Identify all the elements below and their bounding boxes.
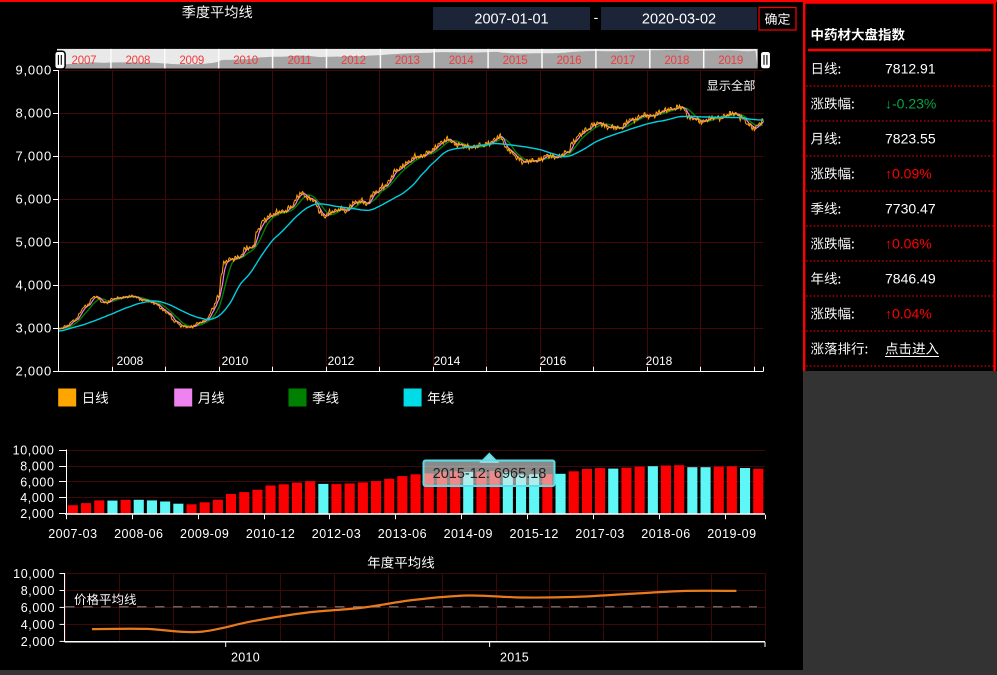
svg-text:4,000: 4,000	[15, 278, 52, 293]
svg-text:2008-06: 2008-06	[114, 527, 163, 541]
svg-text:2007-03: 2007-03	[48, 527, 97, 541]
svg-text:2010: 2010	[233, 55, 258, 67]
svg-text:2013: 2013	[395, 55, 420, 67]
svg-text:2007: 2007	[72, 55, 97, 67]
svg-text:2015-12: 2015-12	[510, 527, 559, 541]
svg-text:6,000: 6,000	[21, 601, 55, 615]
svg-text:4,000: 4,000	[21, 618, 55, 632]
svg-text:2013-06: 2013-06	[378, 527, 427, 541]
svg-text:6,000: 6,000	[20, 475, 54, 489]
svg-text:2015-12: 6965.18: 2015-12: 6965.18	[433, 466, 547, 482]
svg-text:6,000: 6,000	[15, 192, 52, 207]
svg-text:8,000: 8,000	[20, 460, 54, 474]
svg-text:2,000: 2,000	[20, 507, 54, 521]
svg-text:9,000: 9,000	[15, 63, 52, 78]
svg-text:2010: 2010	[222, 354, 249, 368]
svg-text:2009-09: 2009-09	[180, 527, 229, 541]
svg-text:2012-03: 2012-03	[312, 527, 361, 541]
svg-text:2019: 2019	[718, 55, 743, 67]
svg-text:2015: 2015	[503, 55, 528, 67]
svg-text:2007-01-01: 2007-01-01	[474, 12, 548, 28]
svg-text:2009: 2009	[179, 55, 204, 67]
svg-text:2019-09: 2019-09	[707, 527, 756, 541]
svg-text:2,000: 2,000	[21, 635, 55, 649]
svg-text:5,000: 5,000	[15, 235, 52, 250]
svg-text:7823.55: 7823.55	[885, 131, 936, 147]
svg-text:3,000: 3,000	[15, 321, 52, 336]
svg-text:2012: 2012	[341, 55, 366, 67]
svg-text:2014-09: 2014-09	[444, 527, 493, 541]
svg-text:2015: 2015	[500, 651, 529, 665]
svg-text:2014: 2014	[449, 55, 475, 67]
svg-text:2016: 2016	[557, 55, 582, 67]
svg-text:↑0.09%: ↑0.09%	[885, 166, 932, 182]
svg-text:10,000: 10,000	[13, 444, 55, 458]
svg-text:↑0.06%: ↑0.06%	[885, 236, 932, 252]
svg-text:7812.91: 7812.91	[885, 61, 936, 77]
svg-text:8,000: 8,000	[15, 106, 52, 121]
svg-text:2012: 2012	[328, 354, 355, 368]
svg-text:8,000: 8,000	[21, 584, 55, 598]
svg-text:2010-12: 2010-12	[246, 527, 295, 541]
svg-text:2016: 2016	[540, 354, 567, 368]
svg-text:-: -	[594, 9, 599, 25]
svg-text:2018-06: 2018-06	[641, 527, 690, 541]
svg-text:10,000: 10,000	[13, 567, 55, 581]
svg-text:2,000: 2,000	[15, 364, 52, 379]
svg-text:7,000: 7,000	[15, 149, 52, 164]
svg-text:2018: 2018	[646, 354, 673, 368]
svg-text:7846.49: 7846.49	[885, 271, 936, 287]
svg-text:2008: 2008	[125, 55, 150, 67]
svg-text:2017: 2017	[610, 55, 635, 67]
svg-text:2011: 2011	[288, 55, 312, 67]
svg-text:7730.47: 7730.47	[885, 201, 936, 217]
svg-text:4,000: 4,000	[20, 491, 54, 505]
svg-text:2010: 2010	[231, 651, 260, 665]
svg-text:2008: 2008	[117, 354, 144, 368]
svg-text:↓-0.23%: ↓-0.23%	[885, 96, 936, 112]
svg-text:2017-03: 2017-03	[575, 527, 624, 541]
svg-text:2018: 2018	[664, 55, 689, 67]
svg-text:↑0.04%: ↑0.04%	[885, 306, 932, 322]
svg-text:2014: 2014	[434, 354, 461, 368]
svg-text:2020-03-02: 2020-03-02	[642, 12, 716, 28]
